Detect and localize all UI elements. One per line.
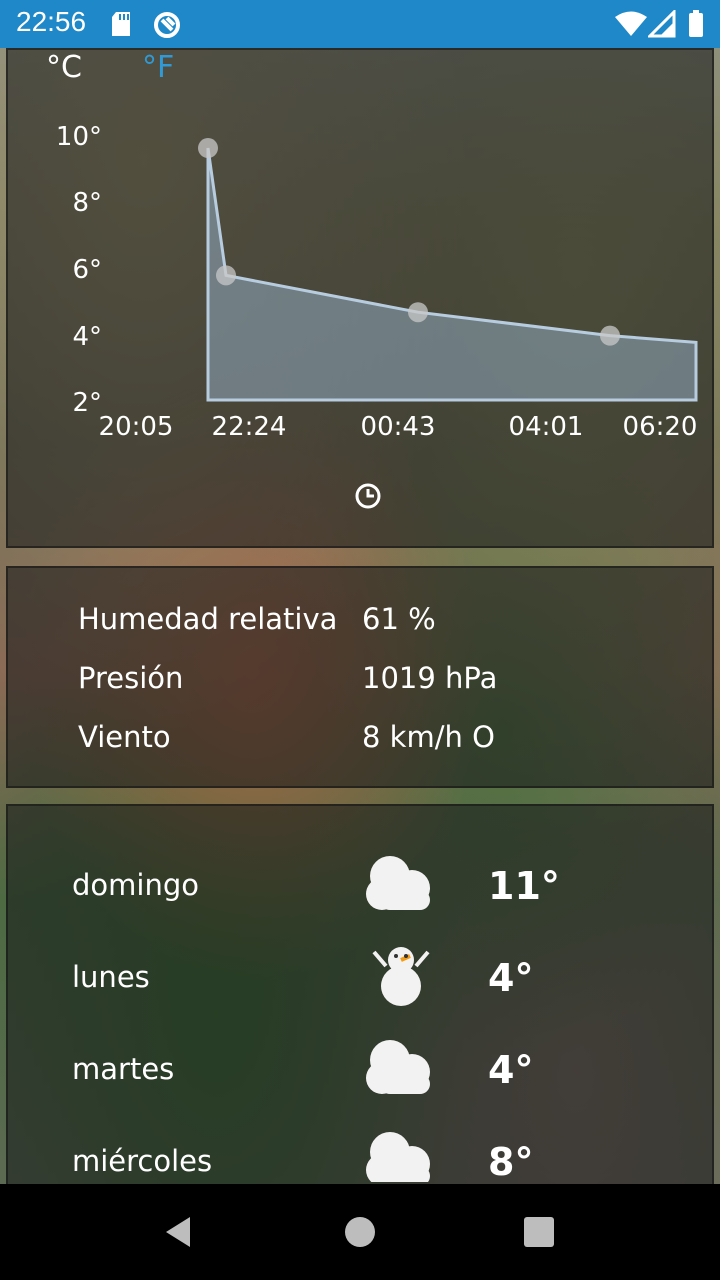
x-tick-label: 06:20: [622, 412, 698, 442]
forecast-card: domingo 11° lunes 4° martes 4° miércoles…: [6, 804, 714, 1184]
signal-icon: [648, 10, 676, 38]
day-label: martes: [72, 1052, 175, 1086]
data-point: [216, 265, 236, 286]
celsius-toggle[interactable]: °C: [46, 50, 82, 85]
temperature-chart: [198, 138, 698, 402]
sync-icon: [154, 12, 180, 38]
y-tick-label: 8°: [72, 188, 102, 218]
data-point: [600, 325, 620, 346]
y-tick-label: 4°: [72, 322, 102, 352]
y-tick-label: 6°: [72, 255, 102, 285]
back-icon[interactable]: [160, 1214, 196, 1250]
home-icon[interactable]: [342, 1214, 378, 1250]
day-temp: 4°: [488, 1048, 534, 1092]
battery-icon: [689, 10, 703, 37]
humidity-label: Humedad relativa: [78, 602, 338, 636]
wind-value: 8 km/h O: [362, 720, 495, 754]
navigation-bar: [0, 1184, 720, 1280]
x-tick-label: 22:24: [211, 412, 287, 442]
temperature-area: [206, 147, 698, 402]
day-label: domingo: [72, 868, 199, 902]
day-temp: 4°: [488, 956, 534, 1000]
y-tick-label: 2°: [72, 388, 102, 418]
cloud-icon: [366, 856, 430, 910]
cloud-icon: [366, 1132, 430, 1182]
day-temp: 8°: [488, 1140, 534, 1184]
temperature-chart-card: °C °F 10° 8° 6° 4° 2° 20:05 22:24 00:43 …: [6, 48, 714, 548]
status-bar: 22:56: [0, 0, 720, 48]
status-time: 22:56: [16, 6, 87, 37]
y-tick-label: 10°: [55, 122, 102, 152]
humidity-value: 61 %: [362, 602, 436, 636]
x-tick-label: 00:43: [360, 412, 436, 442]
snowman-icon: [372, 947, 430, 1006]
details-card: Humedad relativa 61 % Presión 1019 hPa V…: [6, 566, 714, 788]
sd-card-icon: [112, 12, 130, 36]
pressure-value: 1019 hPa: [362, 661, 498, 695]
pressure-label: Presión: [78, 661, 184, 695]
data-point: [198, 138, 218, 159]
clock-icon[interactable]: [354, 482, 382, 510]
cloud-icon: [366, 1040, 430, 1094]
day-temp: 11°: [488, 864, 560, 908]
x-tick-label: 04:01: [508, 412, 584, 442]
wind-label: Viento: [78, 720, 171, 754]
day-label: lunes: [72, 960, 150, 994]
recents-icon[interactable]: [522, 1215, 556, 1249]
fahrenheit-toggle[interactable]: °F: [142, 50, 174, 85]
x-tick-label: 20:05: [98, 412, 174, 442]
data-point: [408, 302, 428, 323]
wifi-icon: [615, 11, 647, 36]
day-label: miércoles: [72, 1144, 213, 1178]
